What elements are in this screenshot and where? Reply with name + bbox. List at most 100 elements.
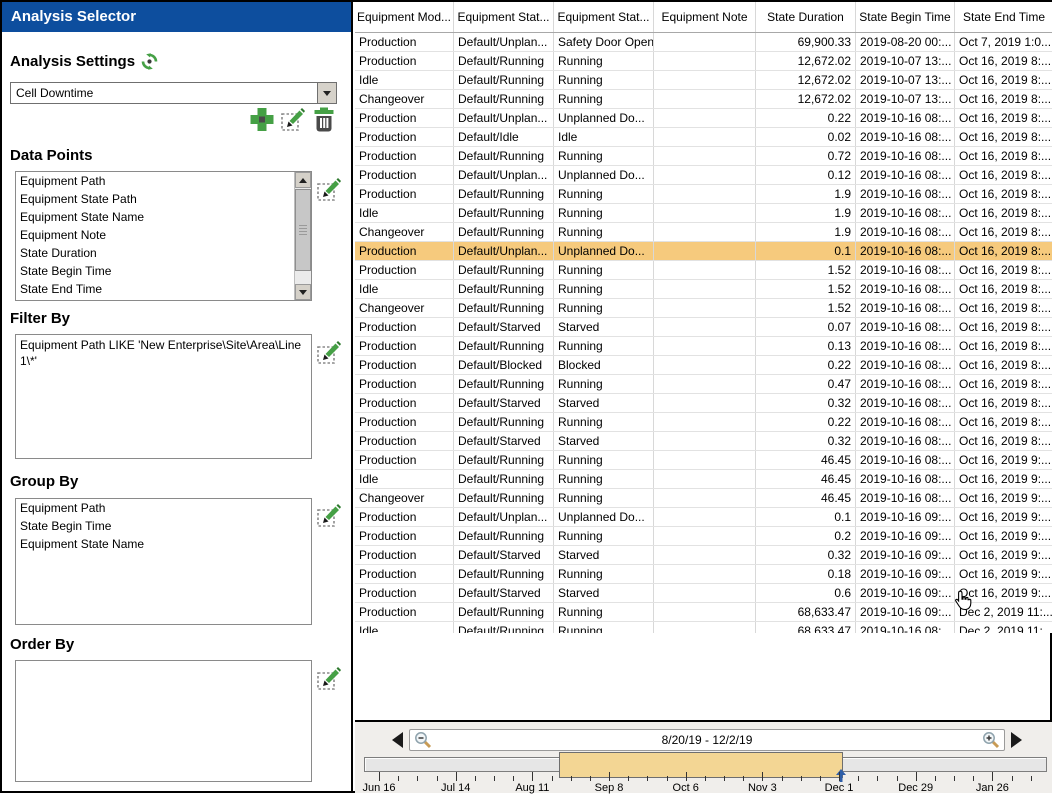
column-header-6[interactable]: State Begin Time	[856, 2, 955, 32]
table-row[interactable]: ProductionDefault/RunningRunning0.182019…	[355, 565, 1052, 584]
table-cell: Unplanned Do...	[554, 242, 654, 260]
column-header-7[interactable]: State End Time	[955, 2, 1052, 32]
column-header-3[interactable]: Equipment Stat...	[554, 2, 654, 32]
table-row[interactable]: ProductionDefault/Unplan...Safety Door O…	[355, 33, 1052, 52]
column-header-5[interactable]: State Duration	[756, 2, 856, 32]
add-icon[interactable]	[250, 107, 274, 132]
table-row[interactable]: ProductionDefault/IdleIdle0.022019-10-16…	[355, 128, 1052, 147]
order-by-list[interactable]	[15, 660, 312, 782]
timeline-tick	[762, 772, 763, 781]
table-cell: Idle	[554, 128, 654, 146]
table-row[interactable]: ProductionDefault/StarvedStarved0.62019-…	[355, 584, 1052, 603]
timeline-tick	[1012, 776, 1013, 781]
table-row[interactable]: ProductionDefault/Unplan...Unplanned Do.…	[355, 508, 1052, 527]
table-cell: 2019-10-16 09:...	[856, 565, 955, 583]
table-cell: 0.12	[756, 166, 856, 184]
table-cell: Oct 16, 2019 9:...	[955, 508, 1052, 526]
table-row[interactable]: ProductionDefault/RunningRunning68,633.4…	[355, 603, 1052, 622]
group-by-item[interactable]: Equipment State Name	[16, 535, 311, 553]
data-point-item[interactable]: State End Time	[16, 280, 294, 298]
table-row[interactable]: ProductionDefault/RunningRunning1.92019-…	[355, 185, 1052, 204]
data-point-item[interactable]: Equipment State Path	[16, 190, 294, 208]
analysis-dropdown[interactable]: Cell Downtime	[10, 82, 337, 104]
table-cell	[654, 280, 756, 298]
edit-icon[interactable]	[281, 107, 305, 132]
table-row[interactable]: ProductionDefault/RunningRunning0.722019…	[355, 147, 1052, 166]
data-point-item[interactable]: Equipment Note	[16, 226, 294, 244]
dropdown-button[interactable]	[317, 83, 336, 103]
column-header-4[interactable]: Equipment Note	[654, 2, 756, 32]
timeline-tick	[973, 776, 974, 781]
table-row[interactable]: IdleDefault/RunningRunning46.452019-10-1…	[355, 470, 1052, 489]
table-row[interactable]: ChangeoverDefault/RunningRunning1.92019-…	[355, 223, 1052, 242]
table-cell: 2019-10-16 08:...	[856, 470, 955, 488]
table-row[interactable]: ProductionDefault/StarvedStarved0.322019…	[355, 546, 1052, 565]
table-row[interactable]: ProductionDefault/StarvedStarved0.322019…	[355, 432, 1052, 451]
table-cell: 1.9	[756, 185, 856, 203]
table-cell: Production	[355, 375, 454, 393]
table-cell: 2019-10-16 08:...	[856, 223, 955, 241]
table-cell: Production	[355, 603, 454, 621]
data-point-item[interactable]: State Duration	[16, 244, 294, 262]
table-cell: 2019-10-16 08:...	[856, 318, 955, 336]
table-row[interactable]: ProductionDefault/Unplan...Unplanned Do.…	[355, 109, 1052, 128]
group-by-item[interactable]: State Begin Time	[16, 517, 311, 535]
delete-icon[interactable]	[312, 107, 336, 132]
table-row[interactable]: ProductionDefault/RunningRunning0.22019-…	[355, 527, 1052, 546]
edit-filter-icon[interactable]	[317, 340, 341, 365]
scroll-down-icon[interactable]	[295, 284, 311, 300]
timeline-tick	[1031, 776, 1032, 781]
scroll-up-icon[interactable]	[295, 172, 311, 188]
data-point-item[interactable]: Equipment Path	[16, 172, 294, 190]
table-cell: Unplanned Do...	[554, 166, 654, 184]
table-row[interactable]: ProductionDefault/BlockedBlocked0.222019…	[355, 356, 1052, 375]
table-row[interactable]: ProductionDefault/RunningRunning0.132019…	[355, 337, 1052, 356]
table-cell: Default/Blocked	[454, 356, 554, 374]
table-row[interactable]: ProductionDefault/Unplan...Unplanned Do.…	[355, 166, 1052, 185]
column-header-2[interactable]: Equipment Stat...	[454, 2, 554, 32]
table-row[interactable]: ChangeoverDefault/RunningRunning12,672.0…	[355, 90, 1052, 109]
table-row[interactable]: ProductionDefault/RunningRunning1.522019…	[355, 261, 1052, 280]
scrollbar-thumb[interactable]	[295, 189, 311, 271]
selected-range-handle[interactable]	[559, 752, 843, 778]
table-cell: Running	[554, 52, 654, 70]
analysis-dropdown-value: Cell Downtime	[11, 83, 317, 103]
table-row[interactable]: IdleDefault/RunningRunning68,633.472019-…	[355, 622, 1052, 633]
timeline-tick	[667, 776, 668, 781]
data-points-scrollbar[interactable]	[294, 172, 311, 300]
table-cell: Running	[554, 470, 654, 488]
table-row[interactable]: ChangeoverDefault/RunningRunning1.522019…	[355, 299, 1052, 318]
table-row[interactable]: ChangeoverDefault/RunningRunning46.45201…	[355, 489, 1052, 508]
data-point-item[interactable]: Equipment State Name	[16, 208, 294, 226]
table-cell: Oct 16, 2019 9:...	[955, 565, 1052, 583]
table-row[interactable]: IdleDefault/RunningRunning12,672.022019-…	[355, 71, 1052, 90]
table-row[interactable]: ProductionDefault/StarvedStarved0.322019…	[355, 394, 1052, 413]
refresh-icon[interactable]	[141, 53, 158, 70]
table-row[interactable]: ProductionDefault/RunningRunning12,672.0…	[355, 52, 1052, 71]
table-cell: Changeover	[355, 489, 454, 507]
column-header-1[interactable]: Equipment Mod...	[355, 2, 454, 32]
data-point-item[interactable]: State Begin Time	[16, 262, 294, 280]
table-row-selected[interactable]: ProductionDefault/Unplan...Unplanned Do.…	[355, 242, 1052, 261]
table-cell: 0.2	[756, 527, 856, 545]
table-cell: Default/Running	[454, 470, 554, 488]
table-cell: Production	[355, 52, 454, 70]
edit-order-by-icon[interactable]	[317, 666, 341, 691]
table-row[interactable]: IdleDefault/RunningRunning1.92019-10-16 …	[355, 204, 1052, 223]
table-row[interactable]: IdleDefault/RunningRunning1.522019-10-16…	[355, 280, 1052, 299]
data-points-list[interactable]: Equipment PathEquipment State PathEquipm…	[15, 171, 312, 301]
edit-data-points-icon[interactable]	[317, 177, 341, 202]
data-points-label: Data Points	[10, 147, 93, 164]
table-cell: 2019-10-07 13:...	[856, 52, 955, 70]
table-row[interactable]: ProductionDefault/StarvedStarved0.072019…	[355, 318, 1052, 337]
table-row[interactable]: ProductionDefault/RunningRunning0.472019…	[355, 375, 1052, 394]
table-row[interactable]: ProductionDefault/RunningRunning0.222019…	[355, 413, 1052, 432]
group-by-list[interactable]: Equipment PathState Begin TimeEquipment …	[15, 498, 312, 625]
filter-by-box[interactable]: Equipment Path LIKE 'New Enterprise\Site…	[15, 334, 312, 459]
timeline-tick-label: Nov 3	[734, 782, 790, 794]
edit-group-by-icon[interactable]	[317, 503, 341, 528]
table-cell: Default/Idle	[454, 128, 554, 146]
table-row[interactable]: ProductionDefault/RunningRunning46.45201…	[355, 451, 1052, 470]
date-range-selector: 8/20/19 - 12/2/19 Jun 16Jul 14Aug 11Sep …	[355, 720, 1052, 793]
group-by-item[interactable]: Equipment Path	[16, 499, 311, 517]
